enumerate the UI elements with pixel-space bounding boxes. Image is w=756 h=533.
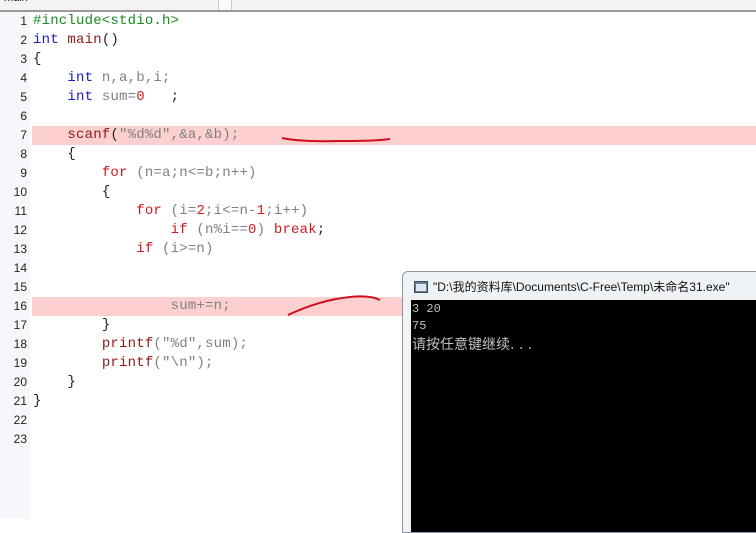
console-title-bar[interactable]: "D:\我的资料库\Documents\C-Free\Temp\未命名31.ex…	[403, 272, 756, 300]
console-app-icon	[414, 281, 428, 293]
console-line-input: 3 20	[412, 302, 441, 316]
console-line-prompt: 请按任意键继续. . .	[412, 337, 533, 353]
console-title: "D:\我的资料库\Documents\C-Free\Temp\未命名31.ex…	[433, 280, 730, 294]
red-curve-annotation	[287, 295, 381, 316]
console-window[interactable]: "D:\我的资料库\Documents\C-Free\Temp\未命名31.ex…	[402, 271, 756, 533]
console-output[interactable]: 3 20 75 请按任意键继续. . .	[411, 300, 756, 532]
red-underline-annotation	[281, 137, 391, 143]
console-line-result: 75	[412, 319, 427, 333]
